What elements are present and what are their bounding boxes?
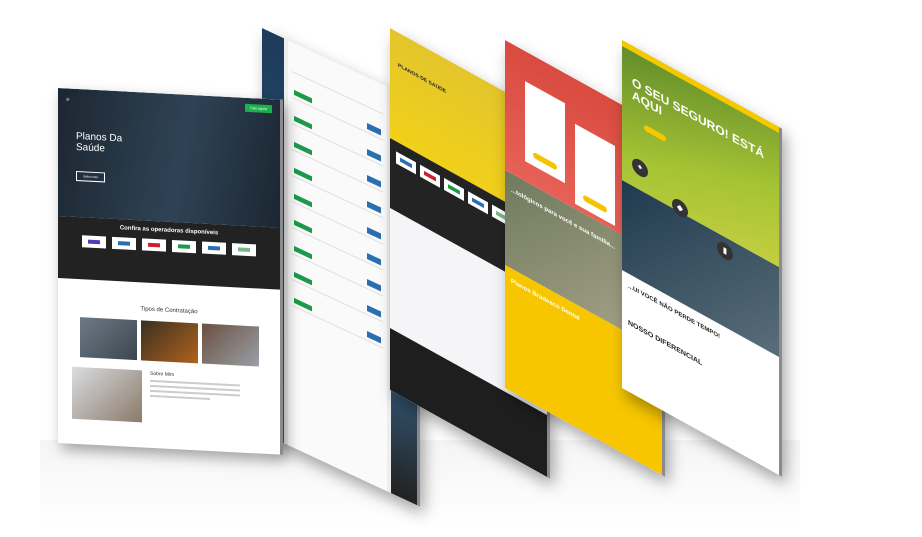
operator-logo (112, 236, 136, 251)
price-card (575, 123, 615, 226)
operator-logo (82, 235, 106, 249)
about-photo (72, 366, 142, 423)
operator-logo (172, 239, 196, 254)
operator-logo (202, 241, 226, 255)
operator-logo (232, 243, 256, 257)
hero-button[interactable] (644, 124, 666, 143)
type-card[interactable] (201, 323, 259, 367)
operator-logo (420, 164, 440, 188)
nav-bar: ◎ Fale agora (58, 88, 280, 120)
operator-logo (142, 238, 166, 252)
logo: ◎ (66, 95, 70, 102)
types-section: Tipos de Contratação (58, 278, 280, 368)
operator-logo (444, 177, 464, 202)
type-card[interactable] (79, 317, 137, 361)
hero-section: ◎ Fale agora Planos Da Saúde Saiba mais (58, 88, 280, 228)
operator-logo (468, 191, 488, 215)
hero-title: Planos Da Saúde (76, 130, 123, 155)
hero-button[interactable]: Saiba mais (76, 170, 105, 183)
floor-reflection (40, 440, 800, 530)
about-section: Sobre Mim (58, 366, 280, 430)
mockup-health-plans-page: ◎ Fale agora Planos Da Saúde Saiba mais … (58, 88, 283, 455)
card-button[interactable] (583, 194, 607, 214)
type-card[interactable] (140, 320, 198, 364)
price-card (525, 81, 565, 184)
operators-section: Confira as operadoras disponíveis (58, 216, 280, 290)
quote-list (288, 40, 387, 492)
cta-button[interactable]: Fale agora (245, 103, 272, 114)
operator-logo (396, 151, 416, 175)
card-button[interactable] (533, 151, 557, 171)
